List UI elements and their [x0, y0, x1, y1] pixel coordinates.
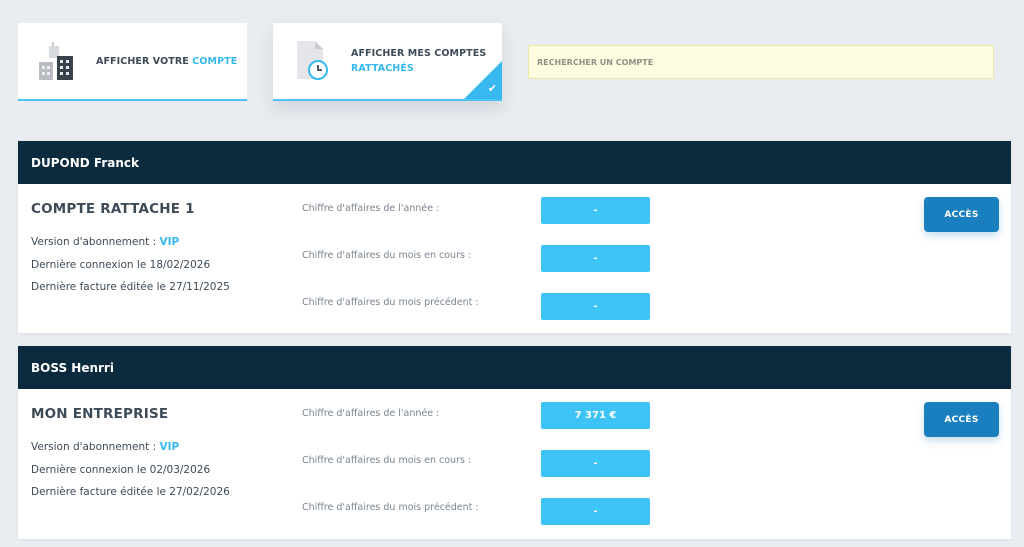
ca-year-label: Chiffre d'affaires de l'année :	[302, 408, 440, 419]
account-body: MON ENTREPRISE Version d'abonnement : VI…	[18, 389, 1011, 539]
subscription-badge: VIP	[159, 236, 180, 248]
document-clock-icon	[273, 39, 351, 83]
ca-previous-month-label: Chiffre d'affaires du mois précédent :	[302, 502, 479, 513]
account-name: COMPTE RATTACHE 1	[31, 201, 195, 217]
ca-year-label: Chiffre d'affaires de l'année :	[302, 203, 440, 214]
access-button[interactable]: ACCÈS	[924, 197, 999, 232]
account-card: BOSS Henrri MON ENTREPRISE Version d'abo…	[18, 346, 1011, 539]
subscription-version: Version d'abonnement : VIP	[31, 236, 180, 248]
ca-current-month-value: -	[541, 245, 650, 272]
show-linked-accounts-tile[interactable]: AFFICHER MES COMPTES RATTACHÉS ✔	[273, 23, 502, 101]
ca-current-month-label: Chiffre d'affaires du mois en cours :	[302, 455, 472, 466]
ca-year-value: -	[541, 197, 650, 224]
ca-previous-month-label: Chiffre d'affaires du mois précédent :	[302, 297, 479, 308]
ca-previous-month-value: -	[541, 498, 650, 525]
last-invoice: Dernière facture éditée le 27/11/2025	[31, 281, 230, 293]
account-name: MON ENTREPRISE	[31, 406, 169, 422]
search-account-input[interactable]	[528, 45, 994, 79]
account-card: DUPOND Franck COMPTE RATTACHE 1 Version …	[18, 141, 1011, 333]
account-owner: BOSS Henrri	[18, 346, 1011, 389]
ca-previous-month-value: -	[541, 293, 650, 320]
ca-current-month-label: Chiffre d'affaires du mois en cours :	[302, 250, 472, 261]
subscription-badge: VIP	[159, 441, 180, 453]
access-button[interactable]: ACCÈS	[924, 402, 999, 437]
ca-year-value: 7 371 €	[541, 402, 650, 429]
buildings-icon	[18, 40, 96, 82]
account-body: COMPTE RATTACHE 1 Version d'abonnement :…	[18, 184, 1011, 334]
ca-current-month-value: -	[541, 450, 650, 477]
show-my-account-label: AFFICHER VOTRE COMPTE	[96, 55, 238, 67]
last-login: Dernière connexion le 02/03/2026	[31, 464, 211, 476]
last-invoice: Dernière facture éditée le 27/02/2026	[31, 486, 230, 498]
show-my-account-tile[interactable]: AFFICHER VOTRE COMPTE	[18, 23, 247, 101]
account-owner: DUPOND Franck	[18, 141, 1011, 184]
last-login: Dernière connexion le 18/02/2026	[31, 259, 211, 271]
check-icon: ✔	[487, 82, 497, 95]
subscription-version: Version d'abonnement : VIP	[31, 441, 180, 453]
